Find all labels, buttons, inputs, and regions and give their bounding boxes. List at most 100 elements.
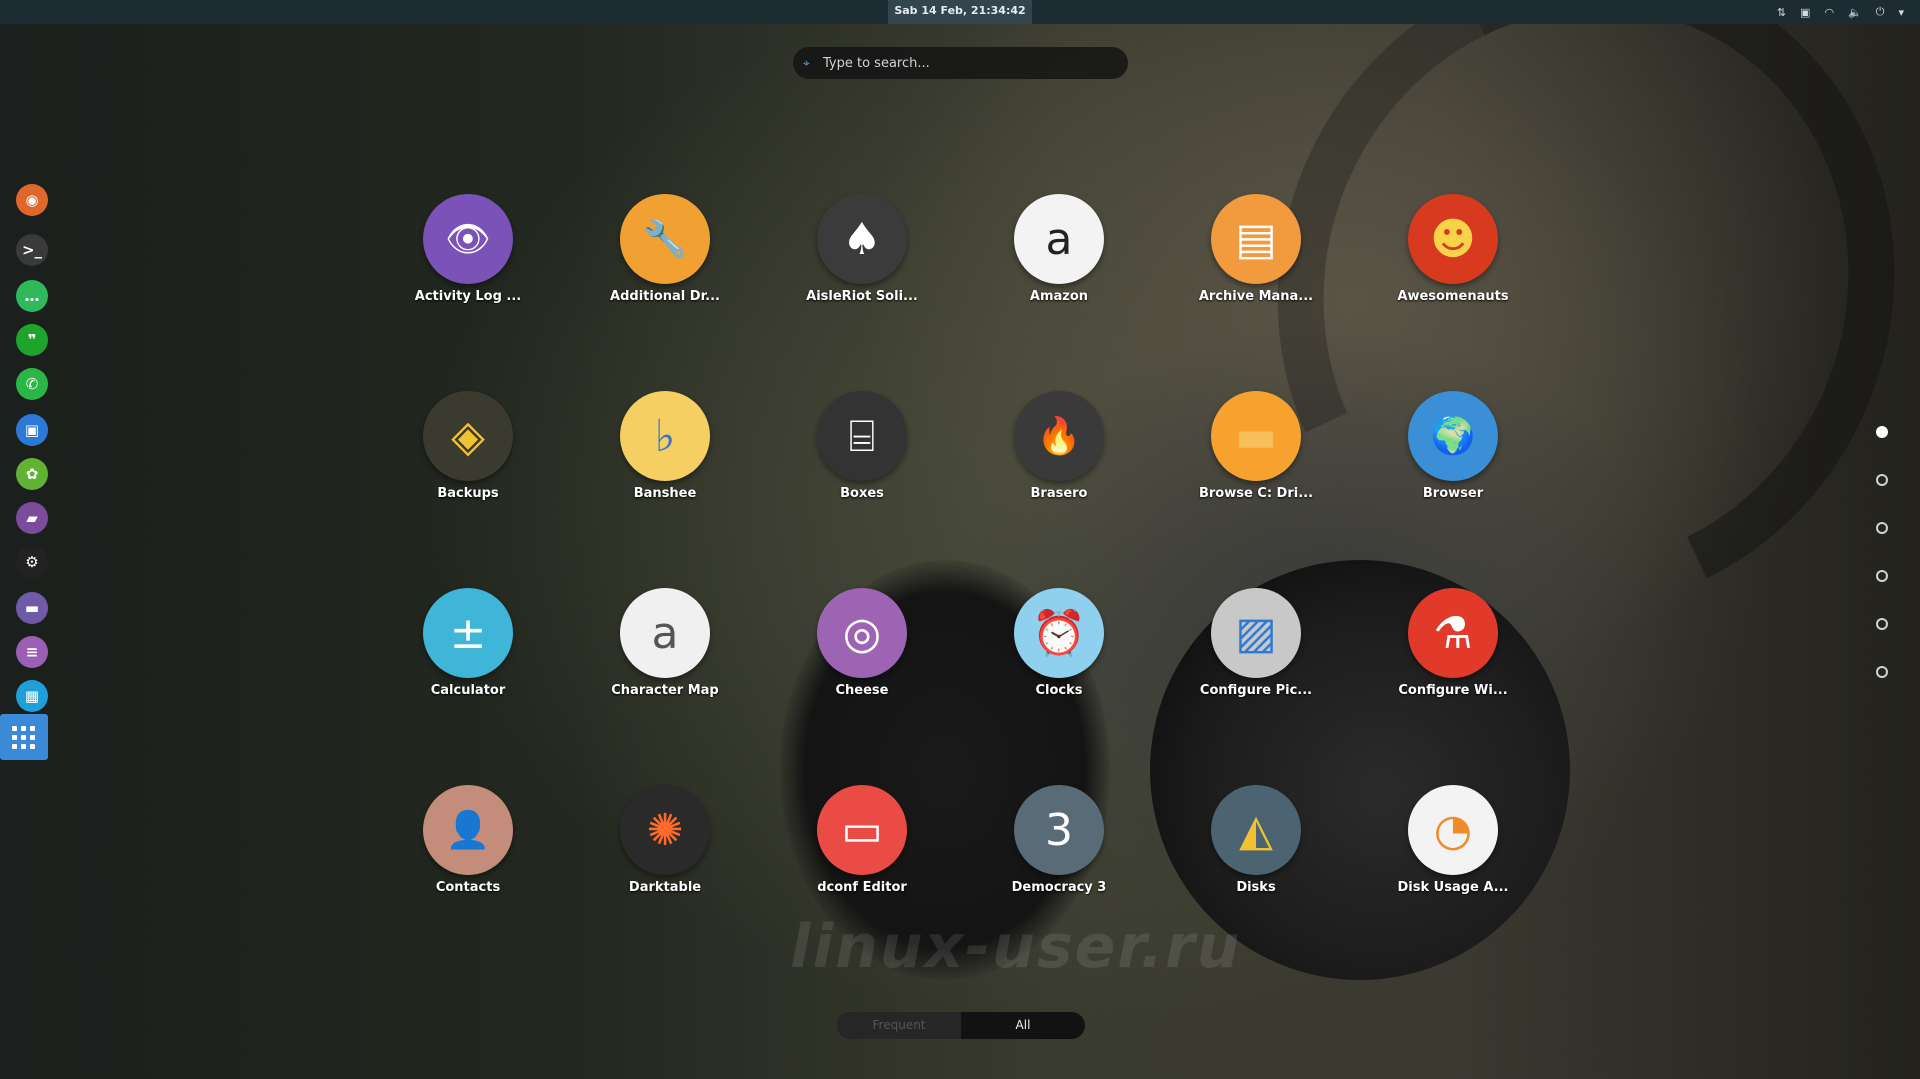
app-launcher[interactable]: ◭ Disks <box>1171 785 1341 915</box>
dock-item-hangouts[interactable]: ❞ <box>12 320 52 360</box>
wifi-icon[interactable]: ◠ <box>1824 6 1834 19</box>
steam-icon: ⚙ <box>16 546 48 578</box>
boxes-icon: ⌸ <box>817 391 907 481</box>
app-launcher[interactable]: ± Calculator <box>383 588 553 718</box>
app-label: Amazon <box>1029 289 1089 304</box>
app-launcher[interactable]: ▭ dconf Editor <box>777 785 947 915</box>
calculator-icon: ± <box>423 588 513 678</box>
clock-icon: ⏰ <box>1014 588 1104 678</box>
dock-item-files[interactable]: ▬ <box>12 588 52 628</box>
charmap-icon: a <box>620 588 710 678</box>
chat-icon: … <box>16 280 48 312</box>
dock-item-document[interactable]: ≡ <box>12 632 52 672</box>
whatsapp-icon: ✆ <box>16 368 48 400</box>
webcam-icon: ◎ <box>817 588 907 678</box>
app-launcher[interactable]: ▨ Configure Pic... <box>1171 588 1341 718</box>
search-input[interactable]: Type to search... <box>823 56 930 71</box>
hangouts-icon: ❞ <box>16 324 48 356</box>
picture-icon: ▨ <box>1211 588 1301 678</box>
view-switch: Frequent All <box>837 1012 1085 1039</box>
app-launcher[interactable]: ◔ Disk Usage A... <box>1368 785 1538 915</box>
app-label: Calculator <box>430 683 506 698</box>
search-field[interactable]: ⌖ Type to search... <box>793 47 1128 79</box>
app-launcher[interactable]: ⌸ Boxes <box>777 391 947 521</box>
page-dot[interactable] <box>1876 618 1888 630</box>
app-label: Disk Usage A... <box>1397 880 1509 895</box>
brasero-icon: 🔥 <box>1014 391 1104 481</box>
frequent-tab[interactable]: Frequent <box>837 1012 961 1039</box>
dconf-icon: ▭ <box>817 785 907 875</box>
cards-icon: ♠ <box>817 194 907 284</box>
app-launcher[interactable]: ✺ Darktable <box>580 785 750 915</box>
screenshot-icon[interactable]: ▣ <box>1800 6 1810 19</box>
app-launcher[interactable]: ⚗ Configure Wi... <box>1368 588 1538 718</box>
app-launcher[interactable]: 3 Democracy 3 <box>974 785 1144 915</box>
page-dot[interactable] <box>1876 570 1888 582</box>
app-label: Configure Wi... <box>1398 683 1508 698</box>
app-launcher[interactable]: 👁 Activity Log ... <box>383 194 553 324</box>
monitor-icon: ▦ <box>16 680 48 712</box>
dock-item-viewer[interactable]: ▣ <box>12 410 52 450</box>
dock-item-whatsapp[interactable]: ✆ <box>12 364 52 404</box>
dock-item-monitor[interactable]: ▦ <box>12 676 52 716</box>
app-launcher[interactable]: 🔧 Additional Dr... <box>580 194 750 324</box>
dock-item-steam[interactable]: ⚙ <box>12 542 52 582</box>
awesomenauts-icon: ☻ <box>1408 194 1498 284</box>
app-launcher[interactable]: ▤ Archive Mana... <box>1171 194 1341 324</box>
files-icon: ▬ <box>16 592 48 624</box>
app-launcher[interactable]: ▬ Browse C: Dri... <box>1171 391 1341 521</box>
clock[interactable]: Sab 14 Feb, 21:34:42 <box>888 0 1032 24</box>
app-launcher[interactable]: 🔥 Brasero <box>974 391 1144 521</box>
app-launcher[interactable]: a Character Map <box>580 588 750 718</box>
app-green-icon: ✿ <box>16 458 48 490</box>
app-launcher[interactable]: ⏰ Clocks <box>974 588 1144 718</box>
disk-usage-icon: ◔ <box>1408 785 1498 875</box>
network-indicator-icon[interactable]: ⇅ <box>1777 6 1786 19</box>
backups-icon: ◈ <box>423 391 513 481</box>
app-launcher[interactable]: ◈ Backups <box>383 391 553 521</box>
folder-icon: ▬ <box>1211 391 1301 481</box>
app-purple-yellow-icon: ▰ <box>16 502 48 534</box>
app-launcher[interactable]: ☻ Awesomenauts <box>1368 194 1538 324</box>
app-launcher[interactable]: ♠ AisleRiot Soli... <box>777 194 947 324</box>
top-bar: Sab 14 Feb, 21:34:42 ⇅ ▣ ◠ 🔈 ⏻ ▾ <box>0 0 1920 24</box>
document-icon: ≡ <box>16 636 48 668</box>
wrench-icon: 🔧 <box>620 194 710 284</box>
app-label: Clocks <box>1035 683 1083 698</box>
dock-item-terminal[interactable]: >_ <box>12 230 52 270</box>
app-label: Disks <box>1236 880 1276 895</box>
page-dot[interactable] <box>1876 522 1888 534</box>
page-dot[interactable] <box>1876 474 1888 486</box>
volume-icon[interactable]: 🔈 <box>1848 6 1862 19</box>
page-dot[interactable] <box>1876 666 1888 678</box>
app-launcher[interactable]: ♭ Banshee <box>580 391 750 521</box>
viewer-icon: ▣ <box>16 414 48 446</box>
app-launcher[interactable]: a Amazon <box>974 194 1144 324</box>
app-label: dconf Editor <box>817 880 907 895</box>
app-label: Boxes <box>840 486 884 501</box>
app-label: Backups <box>437 486 499 501</box>
app-label: Activity Log ... <box>414 289 522 304</box>
chevron-down-icon[interactable]: ▾ <box>1898 6 1904 19</box>
dock-item-app-green[interactable]: ✿ <box>12 454 52 494</box>
dock-item-firefox[interactable]: ◉ <box>12 180 52 220</box>
wine-icon: ⚗ <box>1408 588 1498 678</box>
app-launcher[interactable]: ◎ Cheese <box>777 588 947 718</box>
app-launcher[interactable]: 👤 Contacts <box>383 785 553 915</box>
banshee-icon: ♭ <box>620 391 710 481</box>
democracy-icon: 3 <box>1014 785 1104 875</box>
archive-icon: ▤ <box>1211 194 1301 284</box>
amazon-icon: a <box>1014 194 1104 284</box>
app-label: Awesomenauts <box>1397 289 1509 304</box>
search-icon: ⌖ <box>803 56 810 70</box>
power-icon[interactable]: ⏻ <box>1876 5 1885 19</box>
all-tab[interactable]: All <box>961 1012 1085 1039</box>
app-label: Browse C: Dri... <box>1198 486 1314 501</box>
watermark: linux-user.ru <box>790 912 1242 982</box>
page-dot[interactable] <box>1876 426 1888 438</box>
dock-item-chat[interactable]: … <box>12 276 52 316</box>
dock-item-app-purple-yellow[interactable]: ▰ <box>12 498 52 538</box>
app-label: Cheese <box>835 683 889 698</box>
app-label: Brasero <box>1030 486 1088 501</box>
app-launcher[interactable]: 🌍 Browser <box>1368 391 1538 521</box>
